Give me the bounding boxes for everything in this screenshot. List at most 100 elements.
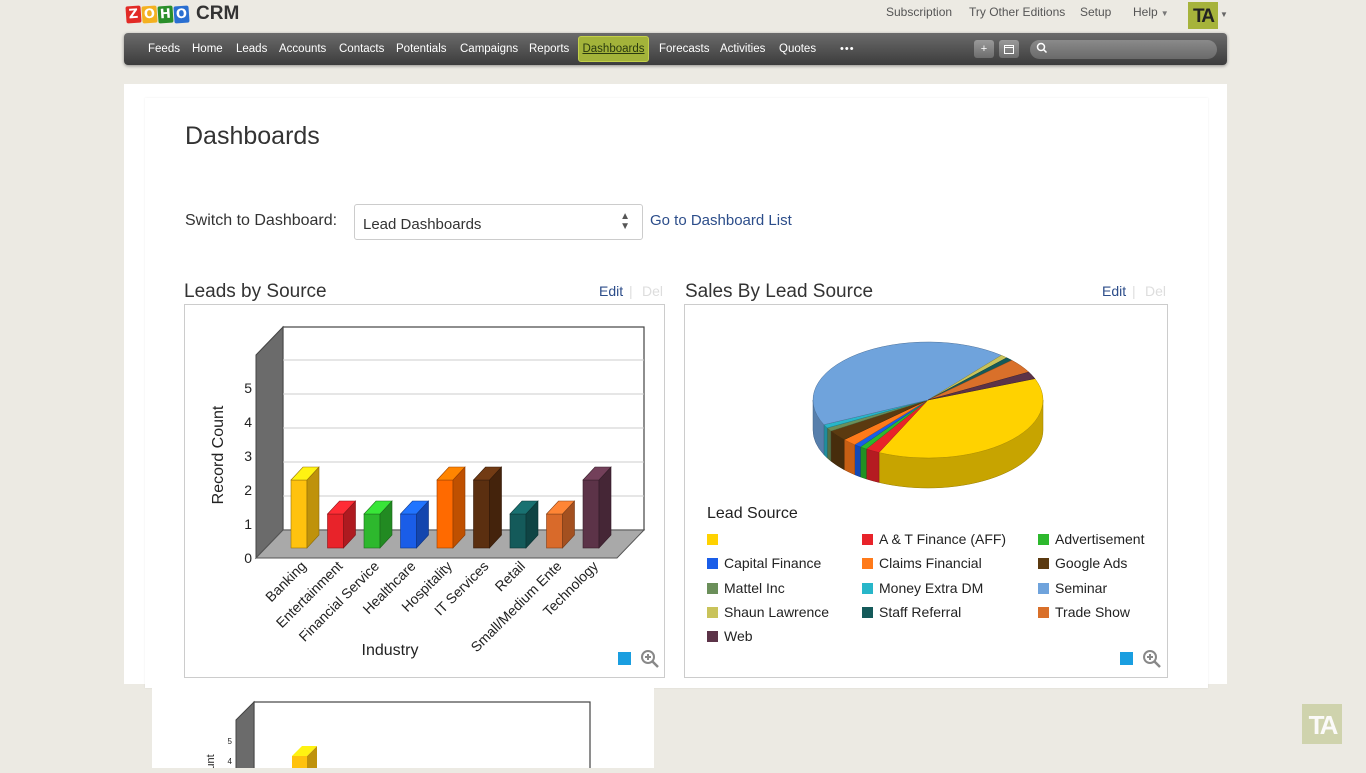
legend-swatch	[707, 582, 718, 594]
legend-swatch	[707, 534, 718, 545]
caret-down-icon: ▼	[1160, 9, 1169, 18]
legend-swatch	[707, 631, 718, 643]
legend-label: Staff Referral	[879, 603, 962, 620]
y-tick-label: 5	[244, 380, 252, 396]
y-tick-label: 4	[228, 757, 233, 766]
nav-item-contacts[interactable]: Contacts	[339, 33, 384, 65]
legend-item: Mattel Inc	[707, 580, 785, 596]
nav-item-activities[interactable]: Activities	[720, 33, 765, 65]
leads-by-source-bar-chart: 012345Record CountBankingEntertainmentFi…	[210, 325, 646, 659]
product-name: CRM	[196, 3, 240, 24]
legend-item: Web	[707, 628, 753, 644]
legend-item: Google Ads	[1038, 555, 1127, 571]
edit-widget-link[interactable]: Edit	[1102, 283, 1126, 299]
legend-swatch	[862, 534, 873, 545]
edit-widget-link[interactable]: Edit	[599, 283, 623, 299]
nav-item-feeds[interactable]: Feeds	[148, 33, 180, 65]
legend-item: Advertisement	[1038, 531, 1144, 547]
nav-item-potentials[interactable]: Potentials	[396, 33, 447, 65]
third-widget-bar-chart: 5 4 unt	[205, 700, 591, 773]
legend-item: Money Extra DM	[862, 580, 983, 596]
dashboard-list-link[interactable]: Go to Dashboard List	[650, 212, 792, 229]
nav-item-quotes[interactable]: Quotes	[779, 33, 816, 65]
logo-letter: O	[141, 4, 158, 24]
legend-label: Web	[724, 628, 753, 645]
zoom-icon[interactable]	[640, 649, 660, 669]
legend-item: Claims Financial	[862, 555, 982, 571]
nav-item-accounts[interactable]: Accounts	[279, 33, 326, 65]
legend-swatch	[862, 558, 873, 570]
legend-item: Seminar	[1038, 580, 1107, 596]
legend-label: A & T Finance (AFF)	[879, 531, 1007, 547]
y-tick-label: 4	[244, 414, 252, 430]
third-widget-card: 5 4 unt	[152, 684, 654, 773]
setup-link[interactable]: Setup	[1080, 5, 1111, 19]
calendar-icon[interactable]	[999, 40, 1019, 58]
switch-dashboard-label: Switch to Dashboard:	[185, 212, 338, 229]
pie-slice-side	[866, 448, 880, 483]
y-tick-label: 5	[228, 737, 233, 746]
nav-item-home[interactable]: Home	[192, 33, 223, 65]
delete-widget-link[interactable]: Del	[642, 283, 663, 299]
legend-label: Capital Finance	[724, 555, 822, 572]
legend-swatch	[1038, 606, 1049, 618]
legend-item	[707, 531, 724, 547]
subscription-link[interactable]: Subscription	[886, 5, 952, 19]
nav-item-dashboards[interactable]: Dashboards	[578, 36, 649, 62]
bar	[436, 466, 466, 549]
y-tick-label: 1	[244, 516, 252, 532]
legend-item: Shaun Lawrence	[707, 604, 829, 620]
y-tick-label: 2	[244, 482, 252, 498]
legend-label: Advertisement	[1055, 531, 1145, 547]
logo-letter: Z	[125, 4, 142, 24]
legend-label: Claims Financial	[879, 555, 982, 572]
more-menu-icon[interactable]: •••	[840, 33, 855, 65]
nav-item-leads[interactable]: Leads	[236, 33, 267, 65]
legend-label: Trade Show	[1055, 603, 1130, 620]
main-nav: Feeds Home Leads Accounts Contacts Poten…	[124, 33, 1227, 65]
nav-item-campaigns[interactable]: Campaigns	[460, 33, 518, 65]
legend-label: Shaun Lawrence	[724, 603, 830, 620]
legend-swatch	[707, 606, 718, 618]
widget-title-leads-by-source: Leads by Source	[184, 281, 327, 302]
legend-swatch	[862, 606, 873, 618]
user-avatar[interactable]: TA	[1188, 2, 1218, 29]
help-label: Help	[1133, 5, 1158, 19]
zoho-logo[interactable]: Z O H O CRM	[125, 2, 240, 26]
caret-down-icon[interactable]: ▼	[1220, 10, 1228, 19]
nav-item-forecasts[interactable]: Forecasts	[659, 33, 710, 65]
legend-label: Money Extra DM	[879, 579, 984, 596]
legend-item: A & T Finance (AFF)	[862, 531, 1006, 547]
y-tick-label: 0	[244, 550, 252, 566]
chart-type-icon[interactable]	[1120, 652, 1133, 665]
nav-item-reports[interactable]: Reports	[529, 33, 569, 65]
legend-swatch	[1038, 582, 1049, 594]
legend-item: Trade Show	[1038, 604, 1130, 620]
watermark-logo: TA	[1302, 704, 1342, 744]
y-axis-label: unt	[205, 754, 217, 768]
bar	[582, 466, 612, 549]
legend-label: Google Ads	[1055, 555, 1128, 572]
delete-widget-link[interactable]: Del	[1145, 283, 1166, 299]
search-icon	[1036, 42, 1048, 57]
legend-label: Mattel Inc	[724, 579, 785, 596]
logo-letter: H	[157, 4, 174, 24]
chart-type-icon[interactable]	[618, 652, 631, 665]
search-input[interactable]	[1030, 40, 1217, 59]
pie-slice-side	[854, 444, 861, 478]
widget-separator: |	[1132, 283, 1136, 299]
add-icon[interactable]: +	[974, 40, 994, 58]
dashboard-select-value: Lead Dashboards	[363, 216, 482, 233]
pie-slice-side	[843, 439, 855, 476]
help-menu[interactable]: Help ▼	[1133, 5, 1169, 19]
bar	[290, 466, 320, 549]
select-arrows-icon: ▲ ▼	[620, 211, 630, 232]
legend-item: Capital Finance	[707, 555, 821, 571]
try-other-editions-link[interactable]: Try Other Editions	[969, 5, 1065, 19]
legend-swatch	[707, 558, 718, 570]
zoom-icon[interactable]	[1142, 649, 1162, 669]
pie-slice-side	[860, 446, 867, 480]
x-axis-label: Industry	[362, 642, 419, 659]
dashboard-select[interactable]: Lead Dashboards ▲ ▼	[354, 204, 643, 240]
sales-by-lead-source-pie-chart	[812, 341, 1044, 489]
